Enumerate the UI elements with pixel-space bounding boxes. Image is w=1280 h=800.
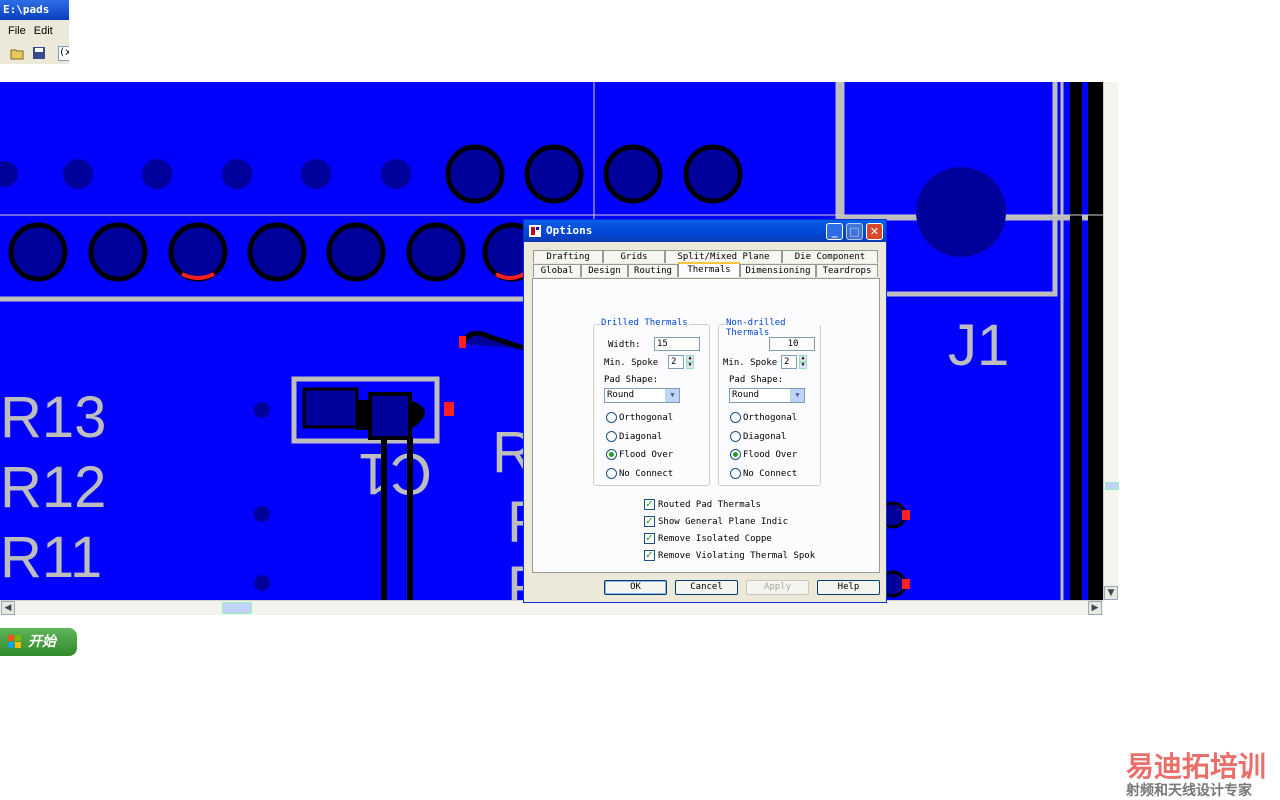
drilled-min-spoke-input[interactable]: 2 — [668, 355, 684, 369]
nondrilled-pad-shape-label: Pad Shape: — [729, 375, 784, 385]
drilled-min-spoke-spinner[interactable]: ▲ ▼ — [686, 355, 694, 369]
pad-row-mid — [8, 222, 542, 282]
cancel-button[interactable]: Cancel — [675, 580, 738, 595]
nondrilled-radio-no-connect[interactable] — [730, 468, 741, 479]
check-show-general-plane[interactable]: ✓ — [644, 516, 655, 527]
open-icon[interactable] — [10, 46, 24, 60]
tab-routing[interactable]: Routing — [628, 264, 678, 277]
drilled-radio-orthogonal[interactable] — [606, 412, 617, 423]
drilled-thermals-title: Drilled Thermals — [600, 318, 689, 328]
start-label: 开始 — [28, 634, 56, 650]
drilled-no-connect-label: No Connect — [619, 469, 674, 479]
pads-app-icon — [529, 225, 541, 237]
tab-die-component[interactable]: Die Component — [782, 250, 878, 263]
scroll-down-button[interactable]: ▼ — [1104, 586, 1118, 600]
dialog-title: Options — [546, 224, 593, 237]
menu-bar: File Edit — [0, 20, 69, 42]
scroll-right-button[interactable]: ▶ — [1088, 601, 1102, 615]
thermals-panel: Drilled Thermals Width: 15 Min. Spoke 2 … — [532, 278, 880, 573]
drilled-pad-shape-value: Round — [607, 390, 635, 400]
remove-isolated-copper-label: Remove Isolated Coppe — [658, 534, 772, 544]
drilled-min-spoke-label: Min. Spoke — [604, 358, 659, 368]
drilled-radio-no-connect[interactable] — [606, 468, 617, 479]
label-r11: R11 — [0, 525, 102, 590]
apply-button[interactable]: Apply — [746, 580, 809, 595]
drilled-pad-shape-select[interactable]: Round ▼ — [604, 388, 680, 403]
nondrilled-radio-flood-over[interactable] — [730, 449, 741, 460]
tab-global[interactable]: Global — [533, 264, 581, 277]
chevron-down-icon[interactable]: ▼ — [665, 389, 679, 402]
vscroll-thumb[interactable] — [1105, 482, 1119, 490]
tab-teardrops[interactable]: Teardrops — [816, 264, 878, 277]
watermark-tagline: 射频和天线设计专家 — [1126, 783, 1252, 799]
nondrilled-radio-diagonal[interactable] — [730, 431, 741, 442]
drilled-width-label: Width: — [608, 340, 641, 350]
check-routed-pad-thermals[interactable]: ✓ — [644, 499, 655, 510]
drilled-thermals-group: Drilled Thermals Width: 15 Min. Spoke 2 … — [593, 318, 710, 486]
canvas-corner — [0, 64, 69, 82]
label-c1: C1 — [358, 441, 432, 506]
nondrilled-flood-over-label: Flood Over — [743, 450, 798, 460]
drilled-pad-shape-label: Pad Shape: — [604, 375, 659, 385]
tab-thermals[interactable]: Thermals — [678, 262, 740, 277]
toolbar: (x — [0, 42, 69, 65]
nondrilled-no-connect-label: No Connect — [743, 469, 798, 479]
nondrilled-min-spoke-label: Min. Spoke — [723, 358, 778, 368]
toolbar-combo[interactable]: (x — [58, 46, 69, 61]
chevron-down-icon[interactable]: ▼ — [790, 389, 804, 402]
app-title: E:\pads — [3, 3, 50, 16]
j1-mount-pad — [916, 167, 1006, 257]
dialog-title-bar[interactable]: Options _ □ ✕ — [524, 220, 886, 242]
scroll-left-button[interactable]: ◀ — [1, 601, 15, 615]
drilled-diagonal-label: Diagonal — [619, 432, 663, 442]
check-remove-isolated-copper[interactable]: ✓ — [644, 533, 655, 544]
drilled-radio-flood-over[interactable] — [606, 449, 617, 460]
show-general-plane-label: Show General Plane Indic — [658, 517, 789, 527]
nondrilled-width-input[interactable]: 10 — [769, 337, 815, 351]
tab-design[interactable]: Design — [581, 264, 628, 277]
save-icon[interactable] — [32, 46, 46, 60]
label-j1: J1 — [948, 313, 1009, 378]
maximize-button[interactable]: □ — [846, 223, 863, 240]
tab-grids[interactable]: Grids — [603, 250, 665, 263]
hscroll-thumb[interactable] — [222, 602, 252, 614]
menu-file[interactable]: File — [8, 25, 26, 37]
tab-drafting[interactable]: Drafting — [533, 250, 603, 263]
app-title-bar: E:\pads — [0, 0, 69, 20]
menu-edit[interactable]: Edit — [34, 25, 53, 37]
watermark-brand: 易迪拓培训 — [1126, 750, 1267, 783]
routed-pad-thermals-label: Routed Pad Thermals — [658, 500, 761, 510]
nondrilled-radio-orthogonal[interactable] — [730, 412, 741, 423]
nondrilled-thermals-group: Non-drilled Thermals 10 Min. Spoke 2 ▲ ▼ … — [718, 318, 821, 486]
nondrilled-pad-shape-value: Round — [732, 390, 760, 400]
pad-row-top — [0, 159, 411, 189]
remove-violating-spokes-label: Remove Violating Thermal Spok — [658, 551, 816, 561]
minimize-button[interactable]: _ — [826, 223, 843, 240]
nondrilled-min-spoke-spinner[interactable]: ▲ ▼ — [799, 355, 807, 369]
vertical-scrollbar[interactable]: ▼ — [1103, 82, 1119, 600]
tab-dimensioning[interactable]: Dimensioning — [740, 264, 816, 277]
ok-button[interactable]: OK — [604, 580, 667, 595]
drilled-flood-over-label: Flood Over — [619, 450, 674, 460]
windows-flag-icon — [8, 635, 21, 648]
nondrilled-min-spoke-input[interactable]: 2 — [781, 355, 797, 369]
options-dialog: Options _ □ ✕ Drafting Grids Split/Mixed… — [523, 219, 887, 603]
nondrilled-orthogonal-label: Orthogonal — [743, 413, 798, 423]
vias — [254, 402, 270, 591]
label-r12: R12 — [0, 455, 106, 520]
start-button[interactable]: 开始 — [0, 628, 77, 656]
drilled-width-input[interactable]: 15 — [654, 337, 700, 351]
help-button[interactable]: Help — [817, 580, 880, 595]
nondrilled-pad-shape-select[interactable]: Round ▼ — [729, 388, 805, 403]
drilled-orthogonal-label: Orthogonal — [619, 413, 674, 423]
check-remove-violating-spokes[interactable]: ✓ — [644, 550, 655, 561]
drilled-radio-diagonal[interactable] — [606, 431, 617, 442]
nondrilled-diagonal-label: Diagonal — [743, 432, 787, 442]
nondrilled-thermals-title: Non-drilled Thermals — [725, 318, 820, 338]
close-button[interactable]: ✕ — [866, 223, 883, 240]
label-r13: R13 — [0, 385, 106, 450]
